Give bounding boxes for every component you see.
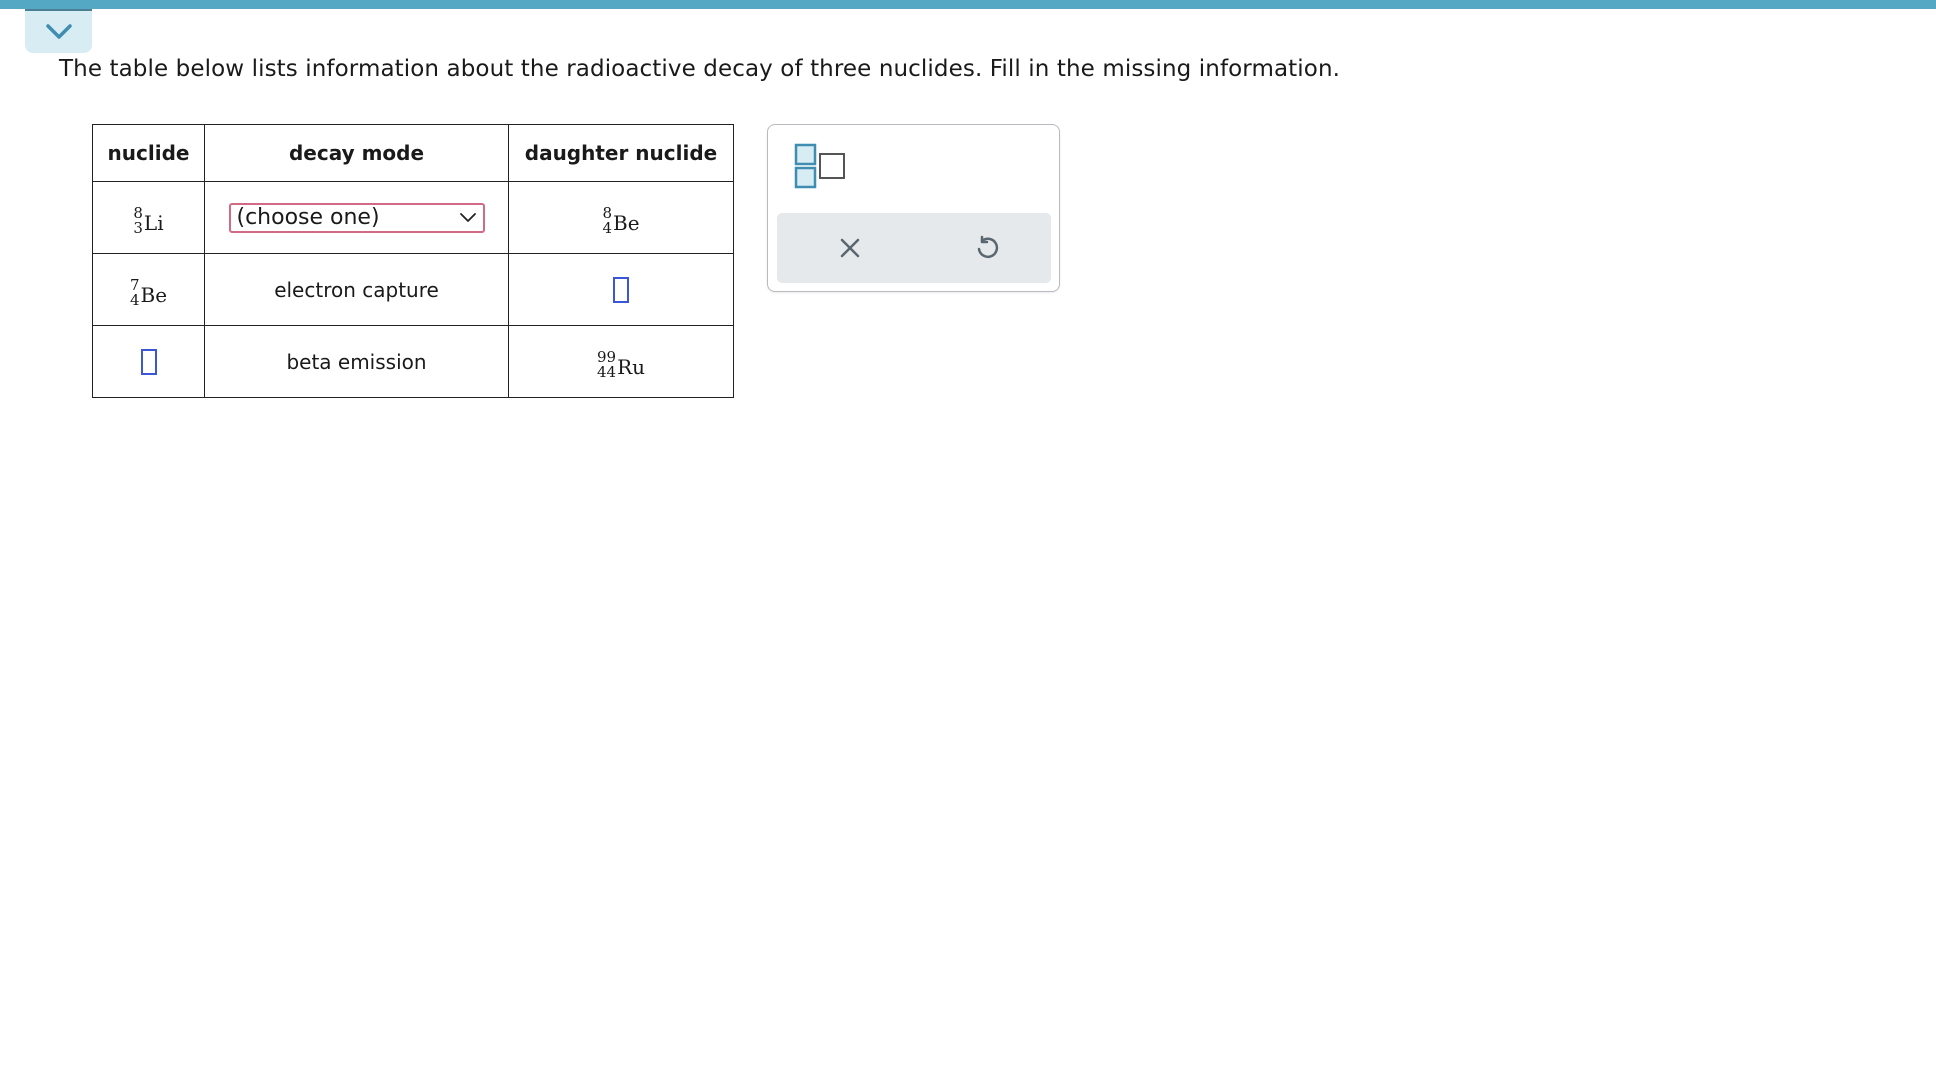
header-nuclide: nuclide: [92, 124, 205, 182]
action-bar: [777, 213, 1051, 283]
daughter-nuclide-cell: 8 4 Be: [508, 181, 734, 254]
nuclide-cell: [92, 325, 205, 398]
clear-button[interactable]: [835, 233, 865, 263]
atomic-number: 4: [602, 219, 612, 237]
decay-mode-cell: electron capture: [204, 253, 509, 326]
decay-mode-cell: (choose one): [204, 181, 509, 254]
table-row: beta emission 99 44 Ru: [92, 325, 734, 398]
element-symbol: Be: [140, 283, 168, 307]
daughter-nuclide-answer-box[interactable]: [613, 276, 629, 303]
isotope-template-button[interactable]: [794, 143, 850, 191]
isotope-symbol: 8 3 Li: [133, 206, 163, 236]
undo-button[interactable]: [972, 233, 1002, 263]
isotope-symbol: 8 4 Be: [602, 206, 639, 236]
header-decay-mode: decay mode: [204, 124, 509, 182]
daughter-nuclide-cell: 99 44 Ru: [508, 325, 734, 398]
select-value: (choose one): [236, 205, 380, 230]
atomic-number: 4: [129, 291, 140, 309]
atomic-number: 44: [596, 363, 617, 381]
table-row: 7 4 Be electron capture: [92, 253, 734, 326]
isotope-symbol: 7 4 Be: [130, 278, 167, 308]
element-symbol: Li: [143, 211, 164, 235]
chevron-down-icon: [45, 24, 72, 39]
question-prompt: The table below lists information about …: [59, 56, 1341, 82]
decay-mode-text: beta emission: [286, 349, 427, 374]
nuclide-cell: 7 4 Be: [92, 253, 205, 326]
element-symbol: Be: [613, 211, 640, 235]
collapse-toggle-button[interactable]: [25, 9, 92, 53]
decay-mode-cell: beta emission: [204, 325, 509, 398]
decay-mode-text: electron capture: [274, 277, 439, 302]
nuclide-answer-box[interactable]: [140, 348, 157, 375]
close-icon: [840, 238, 860, 258]
element-symbol: Ru: [617, 355, 646, 379]
undo-icon: [977, 235, 999, 258]
header-daughter-nuclide: daughter nuclide: [508, 124, 734, 182]
table-header-row: nuclide decay mode daughter nuclide: [92, 124, 734, 182]
nuclide-cell: 8 3 Li: [92, 181, 205, 254]
top-accent-bar: [0, 0, 1936, 9]
answer-tool-panel: [767, 124, 1060, 292]
superscript-subscript-template-icon: [794, 143, 845, 189]
chevron-down-icon: [459, 212, 476, 222]
isotope-symbol: 99 44 Ru: [597, 350, 645, 380]
daughter-nuclide-cell: [508, 253, 734, 326]
table-row: 8 3 Li (choose one) 8 4 Be: [92, 181, 734, 254]
decay-table: nuclide decay mode daughter nuclide 8 3 …: [92, 124, 734, 398]
atomic-number: 3: [133, 219, 143, 237]
decay-mode-select[interactable]: (choose one): [228, 202, 485, 233]
